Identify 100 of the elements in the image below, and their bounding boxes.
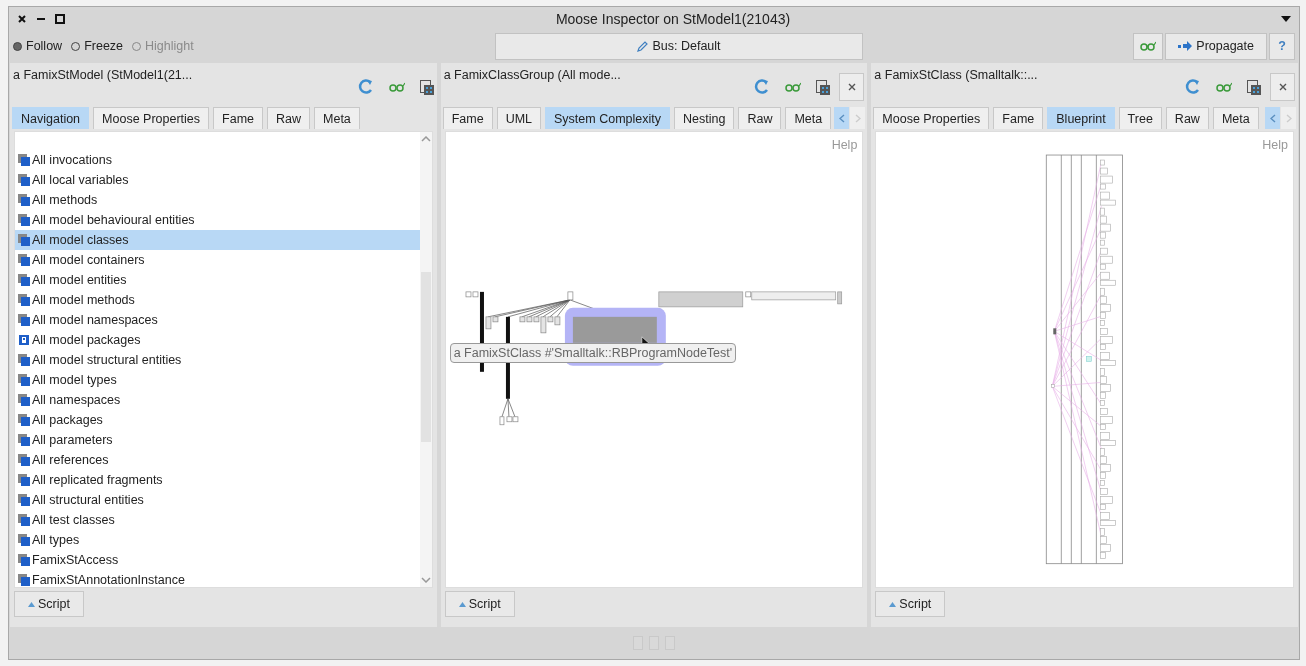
package-icon: [18, 334, 30, 346]
stack-icon: [18, 494, 30, 506]
stack-icon: [18, 554, 30, 566]
scroll-left-button[interactable]: [834, 107, 850, 129]
close-icon: [1278, 83, 1287, 91]
list-item[interactable]: All references: [15, 450, 420, 470]
list-item[interactable]: All model types: [15, 370, 420, 390]
list-item[interactable]: All model packages: [15, 330, 420, 350]
bus-button[interactable]: Bus: Default: [495, 32, 863, 60]
list-item[interactable]: All model namespaces: [15, 310, 420, 330]
pane-title: a FamixStModel (StModel1(21...: [13, 67, 193, 84]
close-icon: [847, 83, 856, 91]
tooltip: a FamixStClass #'Smalltalk::RBProgramNodeTest': [449, 343, 737, 363]
tab[interactable]: Nesting: [674, 107, 735, 129]
tab[interactable]: Blueprint: [1047, 107, 1115, 129]
list-item[interactable]: All namespaces: [15, 390, 420, 410]
mode-radio[interactable]: Freeze: [71, 39, 124, 53]
tab[interactable]: Raw: [1165, 107, 1209, 129]
tab[interactable]: UML: [496, 107, 542, 129]
list-item[interactable]: All model methods: [15, 290, 420, 310]
scroll-left-button[interactable]: [1265, 107, 1280, 129]
tab[interactable]: Meta: [314, 107, 360, 129]
close-pane-button[interactable]: [1270, 73, 1295, 101]
list-item[interactable]: All structural entities: [15, 490, 420, 510]
tab[interactable]: System Complexity: [545, 107, 670, 129]
list-item[interactable]: All model classes: [15, 230, 420, 250]
propagate-button[interactable]: Propagate: [1165, 32, 1267, 60]
tab[interactable]: Fame: [993, 107, 1044, 129]
tab[interactable]: Tree: [1118, 107, 1162, 129]
help-button[interactable]: ?: [1269, 32, 1295, 60]
stack-icon: [18, 154, 30, 166]
stack-icon: [18, 254, 30, 266]
pane-title: a FamixStClass (Smalltalk::...: [874, 67, 1038, 84]
list-item[interactable]: All invocations: [15, 150, 420, 170]
tab[interactable]: Raw: [267, 107, 310, 129]
script-button[interactable]: Script: [444, 591, 515, 617]
tab[interactable]: Moose Properties: [93, 107, 210, 129]
pane-title: a FamixClassGroup (All mode...: [443, 67, 621, 84]
glasses-icon[interactable]: [1216, 82, 1232, 92]
stack-icon: [18, 374, 30, 386]
table-icon[interactable]: [419, 79, 434, 95]
glasses-icon[interactable]: [785, 82, 802, 92]
script-button[interactable]: Script: [875, 591, 946, 617]
tab[interactable]: Fame: [213, 107, 263, 129]
stack-icon: [18, 434, 30, 446]
stack-icon: [18, 414, 30, 426]
window-title: Moose Inspector on StModel1(21043): [554, 11, 792, 27]
pencil-icon: [637, 40, 649, 52]
list-item[interactable]: All replicated fragments: [15, 470, 420, 490]
glasses-icon[interactable]: [388, 82, 405, 92]
tab[interactable]: Meta: [785, 107, 832, 129]
refresh-icon[interactable]: [357, 79, 374, 95]
list-item[interactable]: All local variables: [15, 170, 420, 190]
stack-icon: [18, 394, 30, 406]
stack-icon: [18, 514, 30, 526]
stack-icon: [18, 194, 30, 206]
stack-icon: [18, 474, 30, 486]
list-item[interactable]: All model structural entities: [15, 350, 420, 370]
table-icon[interactable]: [1247, 79, 1261, 95]
script-button[interactable]: Script: [14, 591, 84, 617]
tab[interactable]: Meta: [1212, 107, 1259, 129]
chevron-down-icon[interactable]: [420, 577, 431, 583]
close-icon[interactable]: [17, 14, 27, 24]
chevron-up-icon[interactable]: [420, 136, 431, 142]
tab[interactable]: Fame: [442, 107, 493, 129]
list-item[interactable]: All types: [15, 530, 420, 550]
tab[interactable]: Navigation: [12, 107, 90, 129]
stack-icon: [18, 354, 30, 366]
maximize-icon[interactable]: [55, 14, 65, 24]
list-item[interactable]: FamixStAccess: [15, 550, 420, 570]
stack-icon: [18, 234, 30, 246]
stack-icon: [18, 174, 30, 186]
list-item[interactable]: All model containers: [15, 250, 420, 270]
stack-icon: [18, 534, 30, 546]
mode-radio[interactable]: Follow: [13, 39, 63, 53]
stack-icon: [18, 274, 30, 286]
caret-icon: [28, 601, 35, 607]
tab[interactable]: Moose Properties: [873, 107, 990, 129]
list-item[interactable]: All methods: [15, 190, 420, 210]
chevron-left-icon: [838, 113, 845, 123]
stack-icon: [18, 314, 30, 326]
glasses-button[interactable]: [1133, 32, 1164, 60]
list-item[interactable]: All model entities: [15, 270, 420, 290]
list-item[interactable]: FamixStAnnotationInstance: [15, 570, 420, 587]
chevron-left-icon: [1269, 113, 1276, 123]
dropdown-icon[interactable]: [1281, 16, 1291, 22]
close-pane-button[interactable]: [839, 73, 865, 101]
list-item[interactable]: All parameters: [15, 430, 420, 450]
arrow-icon: [1178, 41, 1193, 51]
list-item[interactable]: All test classes: [15, 510, 420, 530]
table-icon[interactable]: [816, 79, 831, 95]
glasses-icon: [1140, 41, 1157, 51]
list-item[interactable]: All packages: [15, 410, 420, 430]
scrollbar[interactable]: [419, 132, 432, 587]
list-item[interactable]: All model behavioural entities: [15, 210, 420, 230]
refresh-icon[interactable]: [1185, 79, 1201, 95]
caret-icon: [889, 601, 897, 607]
refresh-icon[interactable]: [754, 79, 771, 95]
tab[interactable]: Raw: [738, 107, 782, 129]
stack-icon: [18, 294, 30, 306]
